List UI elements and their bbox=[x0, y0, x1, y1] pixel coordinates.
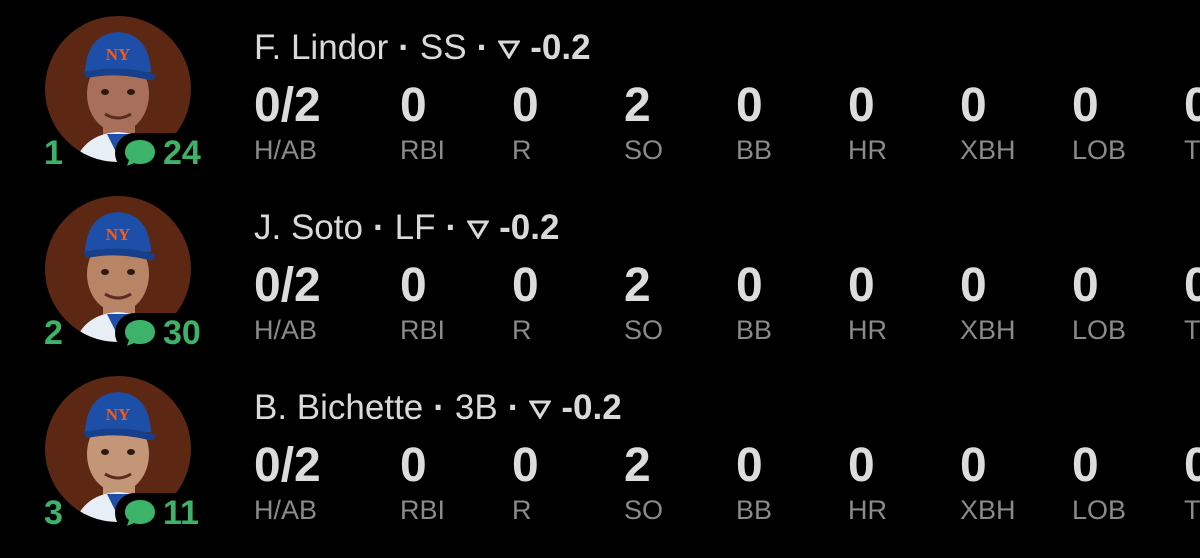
stat-cell: 0 LOB bbox=[1072, 438, 1200, 526]
player-row[interactable]: NY 1 24 F. Lindor · SS · -0.2 0/2 H/AB 0 RBI 0 R 2 SO 0 B… bbox=[0, 0, 1200, 180]
stat-value: 0/2 bbox=[254, 79, 321, 132]
separator: · bbox=[372, 208, 385, 247]
player-name[interactable]: B. Bichette bbox=[254, 388, 423, 428]
stat-value: 0/2 bbox=[254, 439, 321, 492]
batting-order: 1 bbox=[44, 134, 63, 172]
stat-cell: 0/2 H/AB bbox=[254, 438, 394, 526]
down-triangle-icon bbox=[466, 208, 490, 248]
separator: · bbox=[398, 28, 410, 67]
down-triangle-icon bbox=[497, 28, 521, 68]
comment-count: 30 bbox=[163, 314, 201, 352]
stat-cell: 0T bbox=[1184, 438, 1200, 526]
stat-label: T bbox=[1184, 315, 1200, 345]
stat-label: LOB bbox=[1072, 315, 1127, 345]
comments-button[interactable]: 11 bbox=[115, 493, 205, 533]
comment-count: 11 bbox=[163, 494, 199, 532]
stat-value: 0 bbox=[1184, 259, 1200, 312]
player-name[interactable]: F. Lindor bbox=[254, 28, 388, 68]
stat-cell: 0T bbox=[1184, 258, 1200, 346]
separator: · bbox=[445, 208, 458, 247]
stat-cell: 0/2 H/AB bbox=[254, 78, 394, 166]
player-position: 3B bbox=[454, 388, 498, 427]
stat-label: LOB bbox=[1072, 495, 1127, 525]
comment-bubble-icon bbox=[123, 318, 157, 348]
player-header: F. Lindor · SS · -0.2 bbox=[254, 28, 591, 68]
player-row[interactable]: NY 3 11 B. Bichette · 3B · -0.2 0/2 H/AB 0 RBI 0 R 2 SO… bbox=[0, 360, 1200, 540]
separator: · bbox=[507, 388, 520, 427]
comment-bubble-icon bbox=[123, 138, 157, 168]
stat-label: LOB bbox=[1072, 135, 1127, 165]
stat-value: 0 bbox=[1072, 79, 1099, 132]
stat-label: H/AB bbox=[254, 315, 318, 345]
batting-order: 2 bbox=[44, 314, 63, 352]
player-position: LF bbox=[394, 208, 436, 247]
win-probability-delta: -0.2 bbox=[530, 28, 591, 67]
player-position: SS bbox=[419, 28, 467, 67]
batting-order: 3 bbox=[44, 494, 63, 532]
stat-value: 0/2 bbox=[254, 259, 321, 312]
down-triangle-icon bbox=[528, 388, 553, 428]
stat-value: 0 bbox=[1184, 79, 1200, 132]
svg-text:NY: NY bbox=[106, 45, 131, 64]
comment-bubble-icon bbox=[123, 498, 157, 528]
stat-value: 0 bbox=[1072, 439, 1099, 492]
stat-label: T bbox=[1184, 495, 1200, 525]
stat-label: H/AB bbox=[254, 495, 318, 525]
stat-cell: 0 LOB bbox=[1072, 78, 1200, 166]
svg-text:NY: NY bbox=[106, 405, 131, 424]
separator: · bbox=[433, 388, 445, 427]
stat-cell: 0T bbox=[1184, 78, 1200, 166]
separator: · bbox=[476, 28, 489, 67]
comments-button[interactable]: 24 bbox=[115, 133, 207, 173]
stat-label: T bbox=[1184, 135, 1200, 165]
win-probability-delta: -0.2 bbox=[499, 208, 560, 247]
comments-button[interactable]: 30 bbox=[115, 313, 207, 353]
stat-cell: 0/2 H/AB bbox=[254, 258, 394, 346]
stat-value: 0 bbox=[1072, 259, 1099, 312]
player-row[interactable]: NY 2 30 J. Soto · LF · -0.2 0/2 H/AB 0 RBI 0 R 2 SO 0 BB 0… bbox=[0, 180, 1200, 360]
stat-value: 0 bbox=[1184, 439, 1200, 492]
player-header: B. Bichette · 3B · -0.2 bbox=[254, 388, 622, 428]
player-header: J. Soto · LF · -0.2 bbox=[254, 208, 559, 248]
win-probability-delta: -0.2 bbox=[561, 388, 622, 427]
player-name[interactable]: J. Soto bbox=[254, 208, 363, 248]
comment-count: 24 bbox=[163, 134, 201, 172]
stat-label: H/AB bbox=[254, 135, 318, 165]
svg-text:NY: NY bbox=[106, 225, 131, 244]
stat-cell: 0 LOB bbox=[1072, 258, 1200, 346]
